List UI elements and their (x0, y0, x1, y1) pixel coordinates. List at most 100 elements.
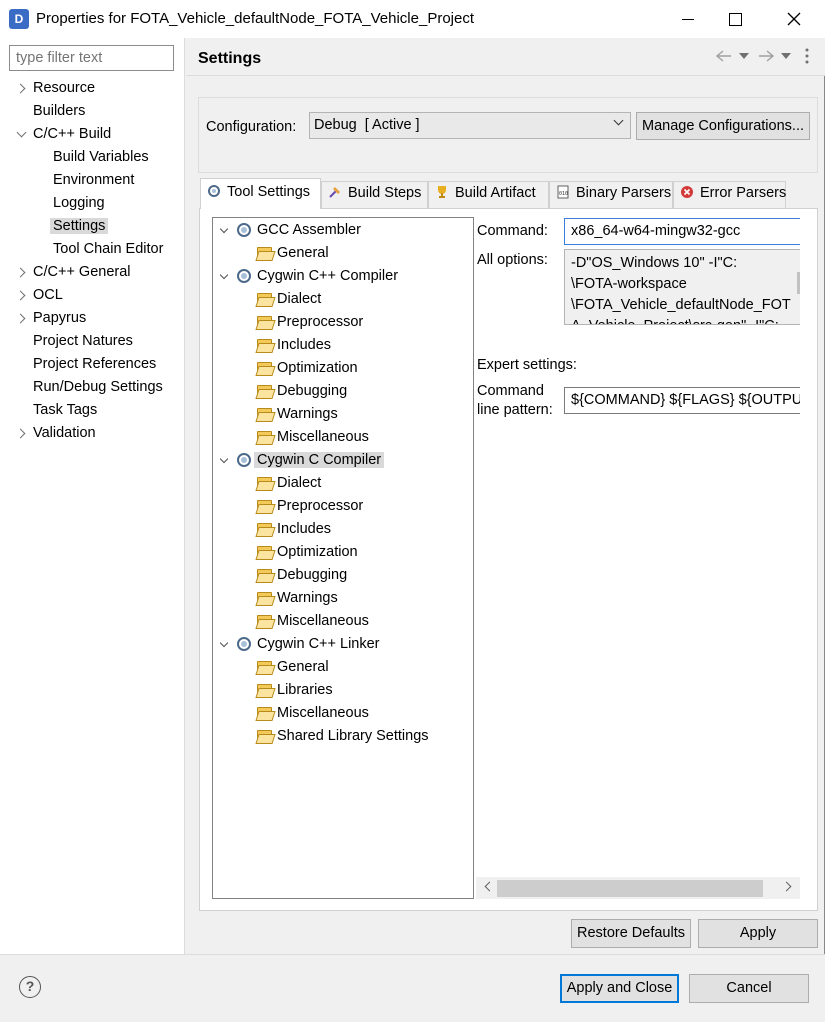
forward-dropdown-icon[interactable] (781, 53, 791, 59)
tree-option-item[interactable]: Dialect (277, 472, 321, 494)
nav-item-label: Resource (33, 80, 96, 96)
tree-option-item[interactable]: Miscellaneous (277, 702, 369, 724)
cancel-button[interactable]: Cancel (689, 974, 809, 1003)
manage-configurations-button[interactable]: Manage Configurations... (636, 112, 810, 140)
nav-item-ocl[interactable]: OCL (33, 284, 63, 306)
configuration-select[interactable]: Debug [ Active ] (309, 112, 631, 139)
tree-item-label: Includes (277, 521, 332, 537)
tree-option-item[interactable]: Includes (277, 334, 331, 356)
chevron-down-icon[interactable] (219, 457, 229, 467)
maximize-button[interactable] (712, 0, 758, 38)
nav-item-project-references[interactable]: Project References (33, 353, 156, 375)
apply-and-close-button[interactable]: Apply and Close (560, 974, 679, 1003)
scroll-left-icon[interactable] (483, 881, 493, 891)
nav-item-c-c-general[interactable]: C/C++ General (33, 261, 131, 283)
all-options-textarea[interactable]: -D"OS_Windows 10" -I"C: \FOTA-workspace … (564, 249, 800, 325)
nav-item-c-c-build[interactable]: C/C++ Build (33, 123, 111, 145)
tree-option-item[interactable]: Miscellaneous (277, 610, 369, 632)
tree-option-item[interactable]: Shared Library Settings (277, 725, 429, 747)
nav-item-validation[interactable]: Validation (33, 422, 96, 444)
option-folder-icon (257, 339, 272, 351)
tree-tool-item[interactable]: Cygwin C++ Compiler (257, 265, 398, 287)
tree-option-item[interactable]: Optimization (277, 541, 358, 563)
chevron-right-icon[interactable] (16, 429, 26, 439)
tree-option-item[interactable]: Dialect (277, 288, 321, 310)
nav-item-build-variables[interactable]: Build Variables (53, 146, 149, 168)
chevron-down-icon[interactable] (219, 641, 229, 651)
option-folder-icon (257, 569, 272, 581)
tree-option-item[interactable]: Optimization (277, 357, 358, 379)
chevron-right-icon[interactable] (16, 291, 26, 301)
option-folder-icon (257, 615, 272, 627)
tab-build-artifact[interactable]: Build Artifact (428, 181, 549, 208)
minimize-button[interactable] (665, 0, 711, 38)
command-input[interactable]: x86_64-w64-mingw32-gcc (564, 218, 800, 245)
build-artifact-icon (435, 185, 449, 199)
all-options-text: -D"OS_Windows 10" -I"C: \FOTA-workspace … (571, 253, 793, 324)
chevron-right-icon[interactable] (16, 84, 26, 94)
chevron-right-icon[interactable] (16, 314, 26, 324)
nav-item-label: Builders (33, 103, 86, 119)
command-line-pattern-value: ${COMMAND} ${FLAGS} ${OUTPUT (571, 392, 800, 408)
tree-option-item[interactable]: Warnings (277, 403, 338, 425)
all-options-line: \FOTA-workspace (571, 276, 687, 292)
forward-arrow-icon[interactable] (758, 50, 774, 62)
option-folder-icon (257, 546, 272, 558)
nav-item-resource[interactable]: Resource (33, 77, 95, 99)
tree-option-item[interactable]: Debugging (277, 564, 347, 586)
close-button[interactable] (771, 0, 817, 38)
tree-option-item[interactable]: Miscellaneous (277, 426, 369, 448)
nav-item-environment[interactable]: Environment (53, 169, 134, 191)
tree-tool-item[interactable]: GCC Assembler (257, 219, 361, 241)
nav-item-builders[interactable]: Builders (33, 100, 85, 122)
tree-option-item[interactable]: General (277, 656, 329, 678)
configuration-value: Debug [ Active ] (314, 117, 420, 133)
back-dropdown-icon[interactable] (739, 53, 749, 59)
apply-button[interactable]: Apply (698, 919, 818, 948)
option-folder-icon (257, 247, 272, 259)
tree-item-label: Warnings (277, 406, 338, 422)
option-folder-icon (257, 523, 272, 535)
horizontal-scroll-thumb[interactable] (497, 880, 763, 897)
tree-item-label: Libraries (277, 682, 333, 698)
tab-build-steps[interactable]: Build Steps (321, 181, 428, 208)
tree-tool-item[interactable]: Cygwin C++ Linker (257, 633, 380, 655)
tree-item-label: Shared Library Settings (277, 728, 429, 744)
command-line-pattern-label-line2: line pattern: (477, 402, 553, 418)
tree-option-item[interactable]: Preprocessor (277, 495, 363, 517)
nav-item-papyrus[interactable]: Papyrus (33, 307, 86, 329)
more-icon[interactable] (805, 48, 809, 64)
tree-option-item[interactable]: Includes (277, 518, 331, 540)
nav-item-project-natures[interactable]: Project Natures (33, 330, 133, 352)
chevron-down-icon[interactable] (219, 273, 229, 283)
tree-option-item[interactable]: Preprocessor (277, 311, 363, 333)
nav-item-task-tags[interactable]: Task Tags (33, 399, 97, 421)
back-arrow-icon[interactable] (716, 50, 732, 62)
command-line-pattern-input[interactable]: ${COMMAND} ${FLAGS} ${OUTPUT (564, 387, 800, 414)
tab-tool-settings[interactable]: Tool Settings (200, 178, 321, 209)
command-line-pattern-label-line1: Command (477, 383, 544, 399)
nav-item-logging[interactable]: Logging (53, 192, 105, 214)
tab-error-parsers[interactable]: Error Parsers (673, 181, 786, 208)
nav-item-tool-chain-editor[interactable]: Tool Chain Editor (53, 238, 163, 260)
filter-input[interactable] (9, 45, 174, 71)
nav-item-settings[interactable]: Settings (50, 215, 109, 237)
all-options-scroll-thumb[interactable] (797, 272, 800, 294)
restore-defaults-button[interactable]: Restore Defaults (571, 919, 691, 948)
tree-option-item[interactable]: Debugging (277, 380, 347, 402)
tree-tool-item[interactable]: Cygwin C Compiler (254, 449, 385, 471)
nav-item-label: OCL (33, 287, 63, 303)
chevron-down-icon (613, 117, 623, 127)
scroll-right-icon[interactable] (783, 881, 793, 891)
tab-label: Binary Parsers (576, 185, 672, 201)
tab-binary-parsers[interactable]: 010 Binary Parsers (549, 181, 673, 208)
tree-option-item[interactable]: Warnings (277, 587, 338, 609)
help-icon[interactable]: ? (19, 976, 41, 998)
chevron-down-icon[interactable] (219, 227, 229, 237)
tree-option-item[interactable]: General (277, 242, 329, 264)
tree-option-item[interactable]: Libraries (277, 679, 333, 701)
nav-item-run-debug-settings[interactable]: Run/Debug Settings (33, 376, 163, 398)
chevron-right-icon[interactable] (16, 268, 26, 278)
tree-item-label: Preprocessor (277, 498, 364, 514)
chevron-down-icon[interactable] (16, 130, 26, 140)
